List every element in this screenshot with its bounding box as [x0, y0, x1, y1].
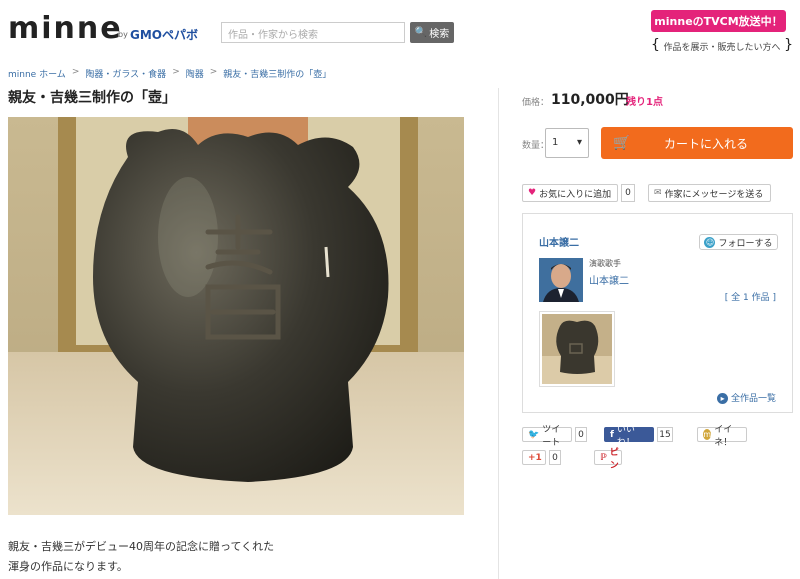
avatar[interactable]	[539, 258, 583, 302]
breadcrumb-current[interactable]: 親友・吉幾三制作の「壺」	[223, 67, 331, 80]
pin-label: ピン	[609, 447, 619, 471]
price-value: 110,000円	[551, 92, 629, 108]
follow-label: フォローする	[718, 238, 773, 249]
breadcrumb-subcategory[interactable]: 陶器	[186, 67, 204, 80]
facebook-icon: f	[610, 429, 614, 440]
google-plus-button[interactable]: +1	[522, 450, 546, 465]
pinterest-icon: ℙ	[600, 452, 607, 463]
tweet-count: 0	[575, 427, 587, 442]
logo-by-text: by	[118, 30, 128, 39]
add-to-cart-label: カートに入れる	[663, 136, 748, 151]
search-input[interactable]: 作品・作家から検索	[221, 22, 405, 43]
creator-name-link[interactable]: 山本譲二	[539, 234, 579, 249]
cart-icon: 🛒	[613, 135, 631, 151]
description-line: 渾身の作品になります。	[8, 560, 128, 573]
creator-role: 演歌歌手	[589, 259, 621, 268]
mail-icon: ✉	[654, 188, 662, 198]
add-favorite-button[interactable]: ♥ お気に入りに追加	[522, 184, 618, 202]
add-favorite-label: お気に入りに追加	[539, 189, 612, 200]
minne-logo[interactable]: minne	[8, 14, 123, 44]
twitter-icon: 🐦	[528, 429, 540, 440]
works-count-link[interactable]: [ 全 1 作品 ]	[725, 290, 776, 303]
search-button-label: 検索	[429, 29, 450, 40]
gplus-label: +1	[528, 452, 542, 463]
heart-icon: ♥	[528, 188, 537, 198]
creator-profile-link[interactable]: 山本譲二	[589, 272, 629, 287]
creator-work-thumbnail[interactable]	[539, 311, 615, 387]
like-label: いいね！	[616, 424, 635, 448]
seller-tagline-link[interactable]: 作品を展示・販売したい方へ	[651, 37, 793, 54]
tvcm-banner[interactable]: minneのTVCM放送中！	[651, 10, 786, 32]
mixi-icon: m	[703, 429, 712, 440]
arrow-right-circle-icon: ▸	[717, 393, 729, 404]
chevron-right-icon: >	[209, 67, 218, 77]
column-divider	[498, 88, 499, 579]
smile-icon: ☺	[704, 236, 716, 248]
like-count: 15	[657, 427, 673, 442]
breadcrumb: minne ホーム > 陶器・ガラス・食器 > 陶器 > 親友・吉幾三制作の「壺…	[8, 67, 331, 80]
product-description: 親友・吉幾三がデビュー40周年の記念に贈ってくれた 渾身の作品になります。	[8, 537, 274, 577]
favorite-count: 0	[621, 184, 635, 202]
all-works-link[interactable]: ▸ 全作品一覧	[717, 391, 776, 404]
pinterest-pin-button[interactable]: ℙ ピン	[594, 448, 622, 471]
add-to-cart-button[interactable]: 🛒 カートに入れる	[601, 127, 793, 159]
all-works-label: 全作品一覧	[730, 394, 776, 404]
mixi-iine-button[interactable]: m イイネ！	[697, 425, 747, 448]
creator-card: 山本譲二 ☺ フォローする 演歌歌手 山本譲二 [ 全 1 作品 ] ▸ 全作品…	[522, 213, 793, 413]
breadcrumb-category[interactable]: 陶器・ガラス・食器	[85, 67, 166, 80]
chevron-right-icon: >	[172, 67, 180, 77]
description-line: 親友・吉幾三がデビュー40周年の記念に贈ってくれた	[8, 540, 275, 553]
facebook-like-button[interactable]: f いいね！	[604, 425, 654, 448]
gplus-count: 0	[549, 450, 561, 465]
tweet-button[interactable]: 🐦 ツイート	[522, 425, 572, 448]
tweet-label: ツイート	[542, 424, 561, 448]
product-image[interactable]	[8, 117, 464, 515]
quantity-select[interactable]: 1 ▾	[545, 128, 589, 158]
stock-badge: 残り1点	[626, 97, 663, 108]
gmo-pepabo-logo[interactable]: GMOペパボ	[130, 26, 198, 43]
chevron-down-icon: ▾	[576, 137, 582, 148]
message-creator-label: 作家にメッセージを送る	[664, 189, 764, 200]
quantity-value: 1	[552, 137, 559, 148]
page-title: 親友・吉幾三制作の「壺」	[8, 90, 176, 106]
chevron-right-icon: >	[71, 67, 80, 77]
follow-button[interactable]: ☺ フォローする	[699, 234, 778, 250]
iine-label: イイネ！	[714, 424, 733, 448]
message-creator-button[interactable]: ✉ 作家にメッセージを送る	[648, 184, 771, 202]
breadcrumb-home[interactable]: minne ホーム	[8, 67, 66, 80]
search-icon: 🔍	[414, 27, 428, 38]
search-button[interactable]: 🔍 検索	[410, 22, 454, 43]
price-label: 価格：	[522, 98, 550, 108]
